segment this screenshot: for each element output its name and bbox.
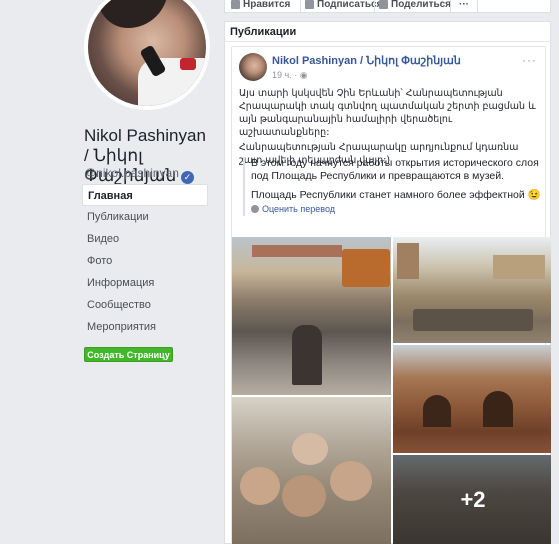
nav-item-videos[interactable]: Видео xyxy=(82,228,208,250)
nav-item-about[interactable]: Информация xyxy=(82,272,208,294)
profile-picture-frame[interactable] xyxy=(84,0,210,110)
post: Nikol Pashinyan / Նիկոլ Փաշինյան 19 ч. ·… xyxy=(231,46,553,544)
like-label: Нравится xyxy=(243,0,291,10)
more-photos-overlay[interactable]: +2 xyxy=(393,455,553,544)
follow-label: Подписаться xyxy=(317,0,383,10)
rate-translation-label[interactable]: Оценить перевод xyxy=(262,204,335,214)
publications-header: Публикации xyxy=(224,21,551,41)
photo-brick-arches[interactable] xyxy=(393,345,553,453)
photo-excavation-truck[interactable] xyxy=(232,237,391,395)
main-column: Нравится Подписаться Поделиться ··· Публ… xyxy=(218,0,553,544)
rate-translation-link[interactable]: Оценить перевод xyxy=(251,203,543,216)
post-text-paragraph: Այս տարի կսկսվեն Չին Երևանի՝ Հանրապետութ… xyxy=(239,88,536,138)
translation-block: В этом году начнутся работы открытия ист… xyxy=(243,157,543,216)
photo-grid: +2 xyxy=(232,237,553,544)
post-author-name[interactable]: Nikol Pashinyan / Նիկոլ Փաշինյան xyxy=(272,54,461,67)
left-column: Nikol Pashinyan / Նիկոլ Փաշինյան ✓ @niko… xyxy=(0,0,214,544)
post-timestamp[interactable]: 19 ч. · ◉ xyxy=(272,70,308,81)
photo-square-excavation[interactable] xyxy=(393,237,553,343)
translation-paragraph: В этом году начнутся работы открытия ист… xyxy=(251,157,539,182)
share-arrow-icon xyxy=(379,0,388,9)
globe-icon: · ◉ xyxy=(294,70,308,80)
post-time[interactable]: 19 ч. xyxy=(272,70,292,80)
create-page-button[interactable]: Создать Страницу xyxy=(84,347,173,362)
nav-item-home[interactable]: Главная xyxy=(82,184,208,206)
post-author-avatar[interactable] xyxy=(239,53,267,81)
follow-button[interactable]: Подписаться xyxy=(303,0,382,12)
share-label: Поделиться xyxy=(391,0,452,10)
post-options-button[interactable]: ··· xyxy=(522,53,537,67)
thumbs-up-icon xyxy=(231,0,240,9)
page-handle[interactable]: @nikol.pashinyan xyxy=(84,166,179,180)
like-button[interactable]: Нравится xyxy=(229,0,290,12)
page-scrollbar[interactable] xyxy=(551,0,559,544)
profile-picture[interactable] xyxy=(88,0,206,106)
verified-badge-icon: ✓ xyxy=(181,171,195,184)
gear-icon xyxy=(251,205,259,213)
nav-item-photos[interactable]: Фото xyxy=(82,250,208,272)
nav-item-community[interactable]: Сообщество xyxy=(82,294,208,316)
translation-paragraph: Площадь Республики станет намного более … xyxy=(251,189,541,201)
post-body: Այս տարի կսկսվեն Չին Երևանի՝ Հանրապետութ… xyxy=(239,87,539,167)
publications-card: Nikol Pashinyan / Նիկոլ Փաշինյան 19 ч. ·… xyxy=(224,41,553,544)
photo-pottery-jars[interactable] xyxy=(232,397,391,544)
action-bar: Нравится Подписаться Поделиться ··· xyxy=(224,0,551,13)
nav-item-events[interactable]: Мероприятия xyxy=(82,316,208,338)
page-nav: Главная Публикации Видео Фото Информация… xyxy=(82,184,208,338)
nav-item-posts[interactable]: Публикации xyxy=(82,206,208,228)
more-photos-count[interactable]: +2 xyxy=(460,487,485,513)
share-button[interactable]: Поделиться xyxy=(377,0,451,12)
more-button[interactable]: ··· xyxy=(451,0,469,12)
photo-more[interactable]: +2 xyxy=(393,455,553,544)
rss-icon xyxy=(305,0,314,9)
